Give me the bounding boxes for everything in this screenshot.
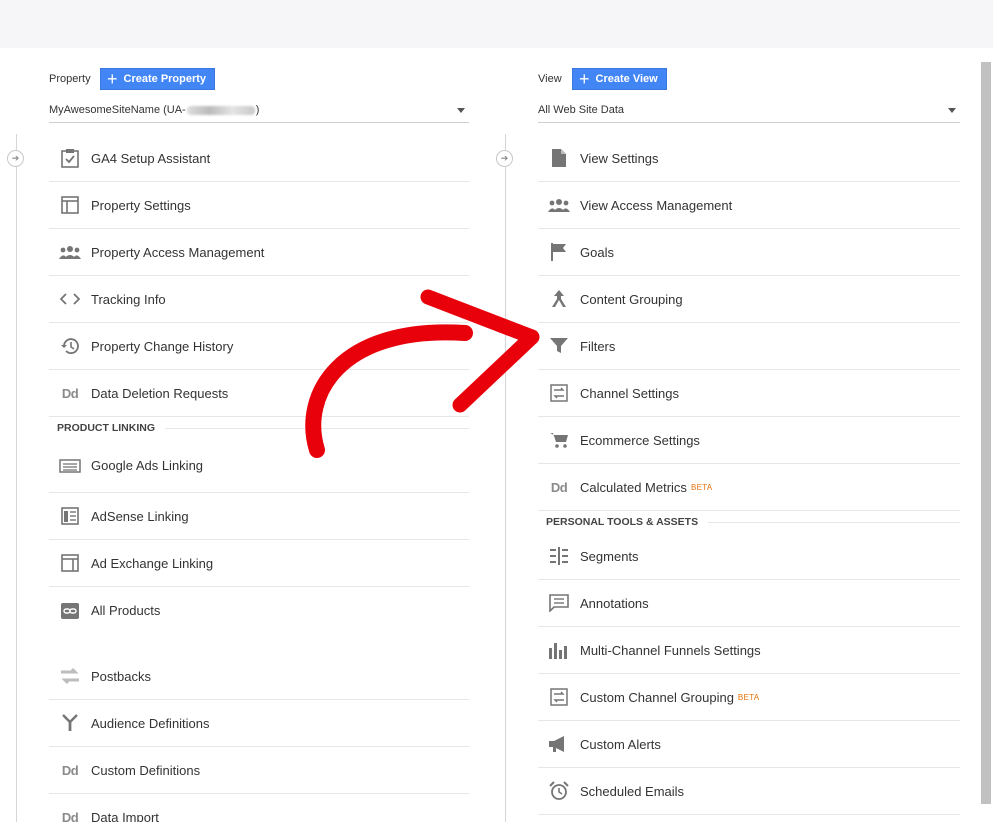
view-selected-value: All Web Site Data [538,104,625,116]
dd-icon: Dd [61,385,79,401]
scrollbar[interactable] [981,62,991,804]
checklist-icon [49,148,91,168]
link-icon [49,602,91,619]
menu-item-adsense-linking[interactable]: AdSense Linking [49,493,469,540]
section-personal-tools: PERSONAL TOOLS & ASSETS [538,511,960,533]
bar-chart-icon [538,641,580,659]
property-settings-icon [49,196,91,214]
plus-icon: + [107,69,118,89]
chevron-down-icon [948,107,956,113]
menu-item-ecommerce-settings[interactable]: Ecommerce Settings [538,417,960,464]
filter-icon [538,338,580,354]
menu-item-goals[interactable]: Goals [538,229,960,276]
flag-icon [538,243,580,261]
postbacks-icon [49,666,91,686]
document-icon [538,149,580,167]
annotation-arrow [305,289,540,458]
history-icon [49,337,91,355]
beta-badge: BETA [737,692,760,702]
property-timeline-line [16,134,17,822]
audience-icon [49,714,91,732]
menu-item-data-import[interactable]: Dd Data Import [49,794,469,822]
create-view-label: Create View [595,73,658,85]
menu-item-property-access[interactable]: Property Access Management [49,229,469,276]
people-icon [538,198,580,212]
content-grouping-icon [538,290,580,308]
view-arrow-icon[interactable]: ➔ [496,150,513,167]
property-label: Property [49,73,91,85]
property-selector[interactable]: MyAwesomeSiteName (UA-) [49,98,469,123]
top-bar [0,0,993,48]
menu-item-custom-alerts[interactable]: Custom Alerts [538,721,960,768]
menu-item-custom-channel-grouping[interactable]: Custom Channel Grouping BETA [538,674,960,721]
ads-icon [49,458,91,473]
create-property-button[interactable]: + Create Property [100,68,216,90]
menu-item-scheduled-emails[interactable]: Scheduled Emails [538,768,960,815]
chevron-down-icon [457,107,465,113]
menu-item-all-products[interactable]: All Products [49,587,469,634]
adsense-icon [49,507,91,525]
annotations-icon [538,594,580,612]
menu-item-filters[interactable]: Filters [538,323,960,370]
code-icon [49,292,91,306]
menu-item-mcf-settings[interactable]: Multi-Channel Funnels Settings [538,627,960,674]
menu-item-ga4-setup[interactable]: GA4 Setup Assistant [49,135,469,182]
property-menu: GA4 Setup Assistant Property Settings Pr… [49,135,469,822]
view-label: View [538,73,562,85]
adexchange-icon [49,554,91,572]
cart-icon [538,432,580,448]
menu-item-annotations[interactable]: Annotations [538,580,960,627]
menu-item-channel-settings[interactable]: Channel Settings [538,370,960,417]
menu-item-property-settings[interactable]: Property Settings [49,182,469,229]
menu-item-content-grouping[interactable]: Content Grouping [538,276,960,323]
alarm-icon [538,781,580,801]
menu-item-ad-exchange-linking[interactable]: Ad Exchange Linking [49,540,469,587]
menu-item-custom-definitions[interactable]: Dd Custom Definitions [49,747,469,794]
property-selected-value: MyAwesomeSiteName (UA-) [49,104,260,116]
view-timeline-line [505,134,506,822]
menu-item-audience-definitions[interactable]: Audience Definitions [49,700,469,747]
menu-item-view-access[interactable]: View Access Management [538,182,960,229]
menu-item-postbacks[interactable]: Postbacks [49,653,469,700]
redacted-id [186,105,255,115]
dd-icon: Dd [550,479,568,495]
dd-icon: Dd [61,762,79,778]
property-arrow-icon[interactable]: ➔ [7,150,24,167]
segments-icon [538,547,580,565]
view-selector[interactable]: All Web Site Data [538,98,960,123]
view-menu: View Settings View Access Management Goa… [538,135,960,815]
dd-icon: Dd [61,809,79,822]
people-icon [49,245,91,259]
plus-icon: + [579,69,590,89]
create-property-label: Create Property [123,73,207,85]
channel-icon [538,688,580,706]
beta-badge: BETA [690,482,713,492]
menu-item-segments[interactable]: Segments [538,533,960,580]
menu-item-view-settings[interactable]: View Settings [538,135,960,182]
channel-icon [538,384,580,402]
menu-item-calculated-metrics[interactable]: Dd Calculated Metrics BETA [538,464,960,511]
create-view-button[interactable]: + Create View [572,68,667,90]
megaphone-icon [538,736,580,752]
